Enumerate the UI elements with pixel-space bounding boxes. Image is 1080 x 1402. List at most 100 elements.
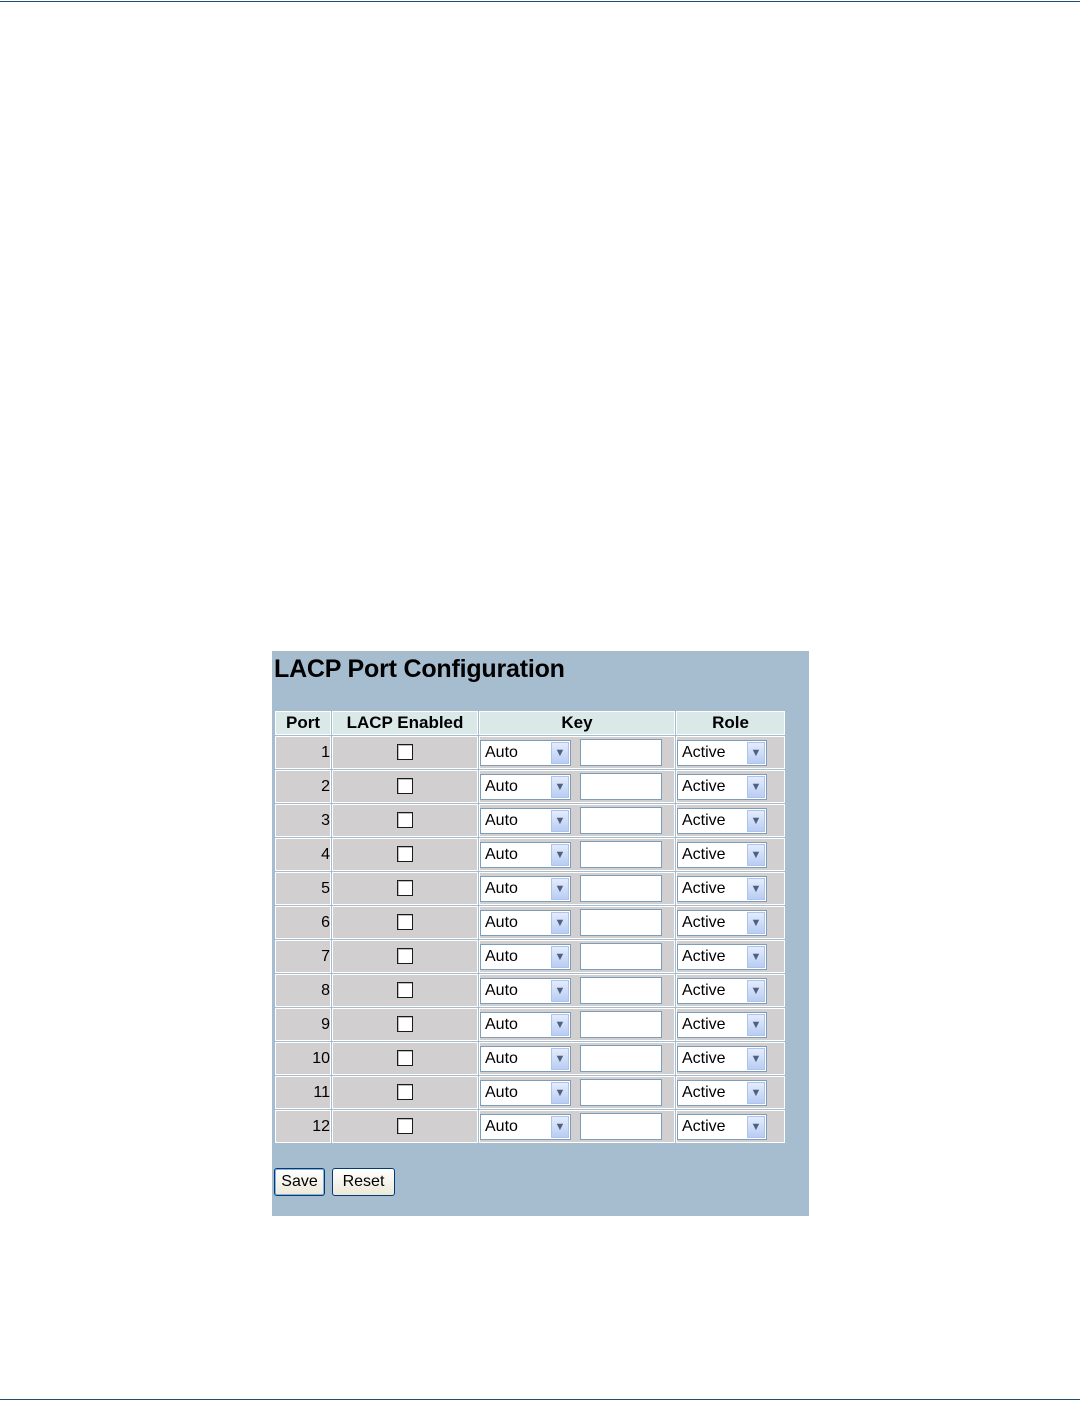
port-number: 9 [275, 1008, 331, 1041]
lacp-enabled-checkbox[interactable] [397, 982, 413, 999]
port-number: 4 [275, 838, 331, 871]
save-button[interactable]: Save [274, 1168, 325, 1196]
key-mode-select[interactable]: Auto ▼ [480, 943, 571, 970]
chevron-down-icon: ▼ [551, 1013, 569, 1036]
lacp-config-panel: LACP Port Configuration Port LACP Enable… [272, 651, 809, 1216]
key-value-input[interactable] [580, 1113, 662, 1140]
role-select[interactable]: Active ▼ [677, 773, 767, 800]
role-select[interactable]: Active ▼ [677, 909, 767, 936]
role-cell: Active ▼ [676, 1008, 785, 1041]
key-mode-value: Auto [485, 1117, 518, 1135]
lacp-enabled-cell [332, 1008, 478, 1041]
key-cell: Auto ▼ [479, 1110, 675, 1143]
port-number: 5 [275, 872, 331, 905]
role-cell: Active ▼ [676, 1110, 785, 1143]
lacp-port-table: Port LACP Enabled Key Role 1 Auto ▼ Active ▼… [274, 710, 786, 1144]
key-mode-value: Auto [485, 913, 518, 931]
chevron-down-icon: ▼ [551, 979, 569, 1002]
lacp-enabled-checkbox[interactable] [397, 948, 413, 965]
role-cell: Active ▼ [676, 940, 785, 973]
chevron-down-icon: ▼ [551, 843, 569, 866]
port-number: 6 [275, 906, 331, 939]
lacp-enabled-checkbox[interactable] [397, 1084, 413, 1101]
key-value-input[interactable] [580, 841, 662, 868]
chevron-down-icon: ▼ [747, 1013, 765, 1036]
key-mode-select[interactable]: Auto ▼ [480, 1045, 571, 1072]
lacp-enabled-cell [332, 838, 478, 871]
role-select[interactable]: Active ▼ [677, 807, 767, 834]
key-mode-select[interactable]: Auto ▼ [480, 977, 571, 1004]
key-value-input[interactable] [580, 943, 662, 970]
key-mode-select[interactable]: Auto ▼ [480, 1113, 571, 1140]
role-value: Active [682, 1117, 726, 1135]
key-mode-select[interactable]: Auto ▼ [480, 841, 571, 868]
key-mode-select[interactable]: Auto ▼ [480, 1079, 571, 1106]
table-body: 1 Auto ▼ Active ▼ 2 Auto ▼ Active ▼ 3 Auto ▼ Active ▼ 4… [275, 736, 785, 1143]
key-cell: Auto ▼ [479, 804, 675, 837]
key-mode-select[interactable]: Auto ▼ [480, 739, 571, 766]
lacp-enabled-cell [332, 940, 478, 973]
key-value-input[interactable] [580, 875, 662, 902]
lacp-enabled-checkbox[interactable] [397, 1118, 413, 1135]
key-cell: Auto ▼ [479, 736, 675, 769]
lacp-enabled-cell [332, 1110, 478, 1143]
key-mode-select[interactable]: Auto ▼ [480, 875, 571, 902]
table-header-row: Port LACP Enabled Key Role [275, 711, 785, 735]
key-mode-value: Auto [485, 811, 518, 829]
port-number: 11 [275, 1076, 331, 1109]
lacp-enabled-cell [332, 1042, 478, 1075]
lacp-enabled-checkbox[interactable] [397, 1050, 413, 1067]
lacp-enabled-checkbox[interactable] [397, 914, 413, 931]
role-cell: Active ▼ [676, 838, 785, 871]
reset-button[interactable]: Reset [332, 1168, 395, 1196]
role-cell: Active ▼ [676, 804, 785, 837]
key-value-input[interactable] [580, 739, 662, 766]
lacp-enabled-checkbox[interactable] [397, 744, 413, 761]
key-mode-select[interactable]: Auto ▼ [480, 773, 571, 800]
role-select[interactable]: Active ▼ [677, 977, 767, 1004]
chevron-down-icon: ▼ [551, 911, 569, 934]
key-value-input[interactable] [580, 977, 662, 1004]
chevron-down-icon: ▼ [747, 1081, 765, 1104]
role-select[interactable]: Active ▼ [677, 739, 767, 766]
key-value-input[interactable] [580, 773, 662, 800]
chevron-down-icon: ▼ [551, 1081, 569, 1104]
key-value-input[interactable] [580, 909, 662, 936]
lacp-enabled-checkbox[interactable] [397, 1016, 413, 1033]
key-cell: Auto ▼ [479, 1076, 675, 1109]
table-row: 10 Auto ▼ Active ▼ [275, 1042, 785, 1075]
role-select[interactable]: Active ▼ [677, 1113, 767, 1140]
page-bottom-rule [0, 1399, 1080, 1400]
key-mode-value: Auto [485, 1083, 518, 1101]
key-value-input[interactable] [580, 807, 662, 834]
role-select[interactable]: Active ▼ [677, 943, 767, 970]
role-select[interactable]: Active ▼ [677, 1045, 767, 1072]
lacp-enabled-checkbox[interactable] [397, 846, 413, 863]
chevron-down-icon: ▼ [747, 1115, 765, 1138]
lacp-enabled-checkbox[interactable] [397, 778, 413, 795]
role-select[interactable]: Active ▼ [677, 841, 767, 868]
lacp-enabled-checkbox[interactable] [397, 880, 413, 897]
key-mode-select[interactable]: Auto ▼ [480, 1011, 571, 1038]
key-value-input[interactable] [580, 1045, 662, 1072]
lacp-enabled-checkbox[interactable] [397, 812, 413, 829]
key-cell: Auto ▼ [479, 838, 675, 871]
role-select[interactable]: Active ▼ [677, 875, 767, 902]
chevron-down-icon: ▼ [747, 877, 765, 900]
role-value: Active [682, 1049, 726, 1067]
key-value-input[interactable] [580, 1011, 662, 1038]
key-mode-value: Auto [485, 1015, 518, 1033]
table-row: 5 Auto ▼ Active ▼ [275, 872, 785, 905]
chevron-down-icon: ▼ [747, 775, 765, 798]
chevron-down-icon: ▼ [551, 809, 569, 832]
role-select[interactable]: Active ▼ [677, 1079, 767, 1106]
role-select[interactable]: Active ▼ [677, 1011, 767, 1038]
key-mode-value: Auto [485, 879, 518, 897]
key-mode-select[interactable]: Auto ▼ [480, 909, 571, 936]
chevron-down-icon: ▼ [551, 775, 569, 798]
lacp-enabled-cell [332, 872, 478, 905]
key-mode-select[interactable]: Auto ▼ [480, 807, 571, 834]
role-value: Active [682, 1083, 726, 1101]
role-cell: Active ▼ [676, 906, 785, 939]
key-value-input[interactable] [580, 1079, 662, 1106]
